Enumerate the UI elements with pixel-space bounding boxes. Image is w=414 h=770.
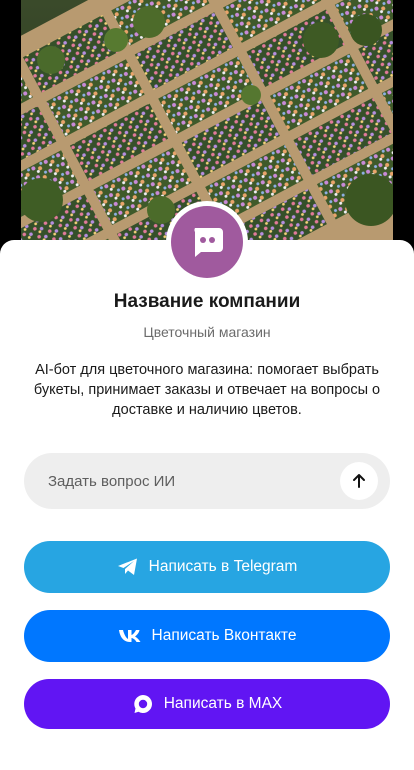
send-button[interactable] (340, 462, 378, 500)
vk-button-label: Написать Вконтакте (151, 627, 297, 644)
ask-ai-box (24, 453, 390, 509)
arrow-up-icon (353, 474, 365, 488)
max-icon (132, 693, 154, 715)
max-button[interactable]: Написать в MAX (24, 679, 390, 729)
vk-icon (118, 629, 142, 643)
chat-bot-icon (171, 206, 243, 278)
telegram-icon (117, 557, 139, 577)
company-name: Название компании (113, 291, 301, 312)
ask-ai-input[interactable] (48, 472, 340, 490)
telegram-button[interactable]: Написать в Telegram (24, 541, 390, 593)
company-description: AI-бот для цветочного магазина: помогает… (33, 362, 381, 418)
max-button-label: Написать в MAX (163, 695, 283, 712)
company-type: Цветочный магазин (143, 324, 271, 340)
vk-button[interactable]: Написать Вконтакте (24, 610, 390, 662)
telegram-button-label: Написать в Telegram (148, 558, 298, 575)
avatar (166, 201, 248, 283)
